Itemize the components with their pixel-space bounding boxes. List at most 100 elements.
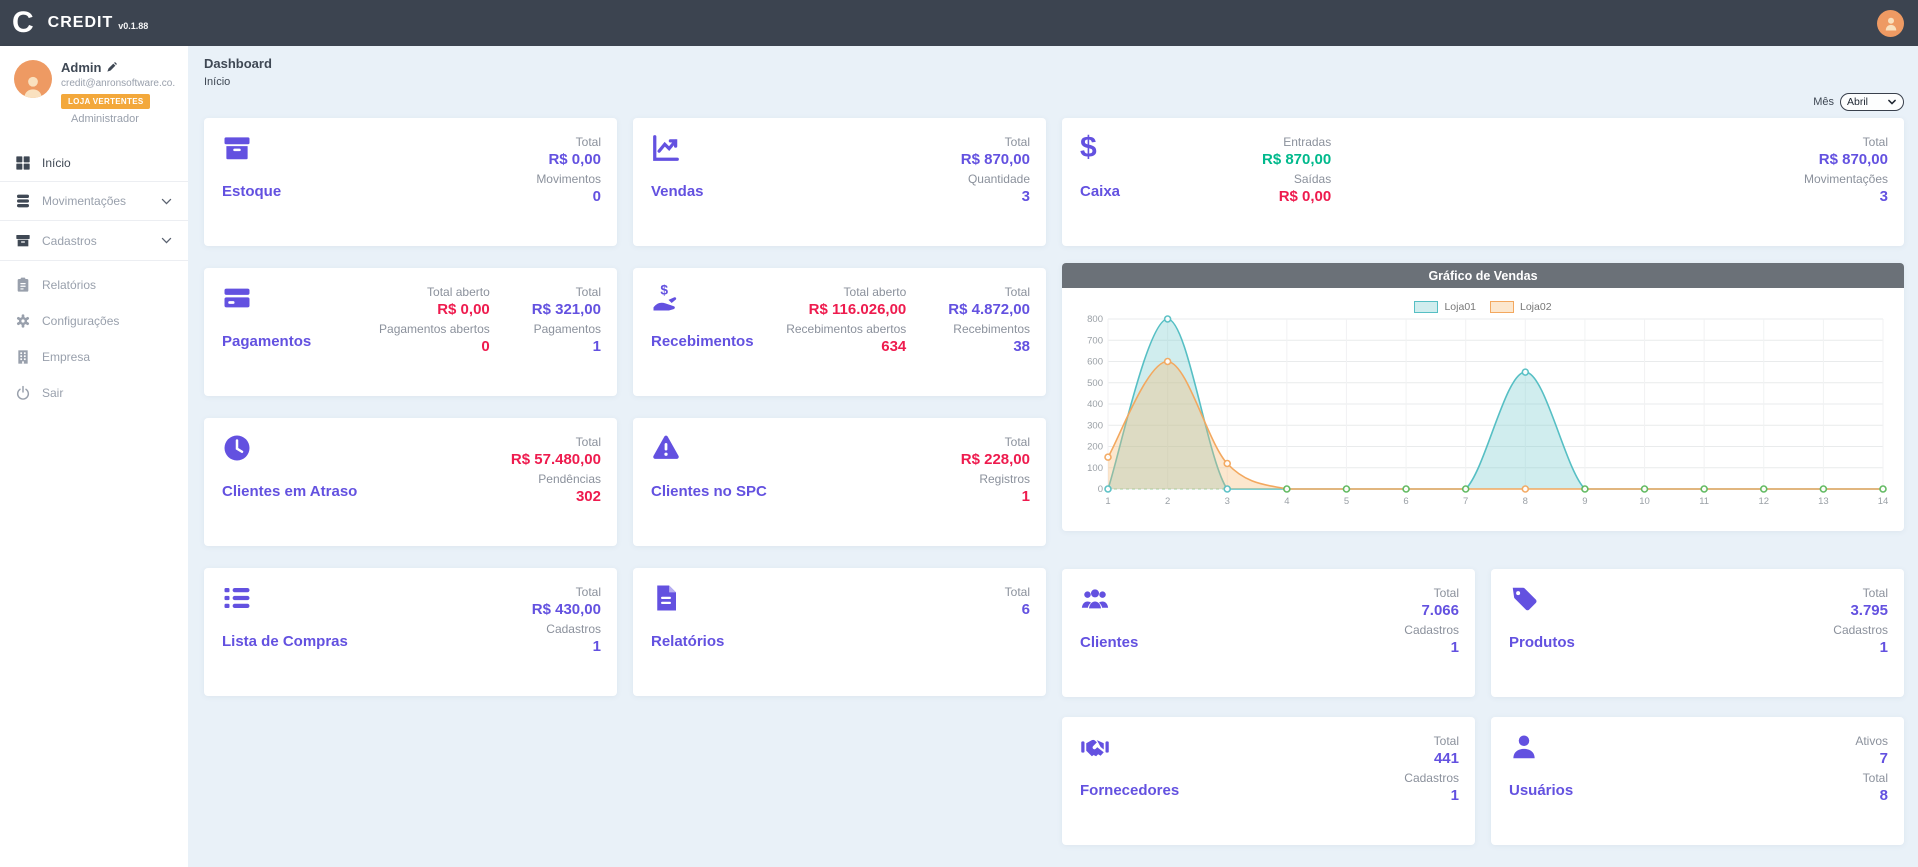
card-stats: Total aberto R$ 116.026,00 Recebimentos … [786,282,1030,356]
card-title: Clientes em Atraso [222,483,357,500]
sidebar-item-relatorios[interactable]: Relatórios [0,267,188,303]
card-relatorios[interactable]: Relatórios Total 6 [633,568,1046,696]
card-stats: Total R$ 0,00 Movimentos 0 [536,132,601,206]
chart-title: Gráfico de Vendas [1062,263,1904,288]
warning-triangle-icon [651,433,681,463]
svg-text:400: 400 [1087,399,1103,410]
user-avatar[interactable] [1877,10,1904,37]
card-stats: Total 6 [1005,582,1030,619]
dollar-icon: $ [1080,133,1110,163]
sidebar-menu: Início Movimentações Cadastros Relatório… [0,145,188,411]
chevron-down-icon [160,195,173,208]
card-title: Vendas [651,183,704,200]
hand-money-icon: $ [651,283,681,313]
app-logo-icon: C [12,8,34,38]
app-name: CREDIT [48,14,114,32]
card-title: Relatórios [651,633,724,650]
card-estoque[interactable]: Estoque Total R$ 0,00 Movimentos 0 [204,118,617,246]
right-column: $ Caixa Entradas R$ 870,00 Saídas R$ 0,0… [1062,118,1904,845]
month-select[interactable]: Abril [1840,93,1904,111]
profile-role: Administrador [61,113,176,125]
chart-line-icon [651,133,681,163]
sidebar-item-cadastros[interactable]: Cadastros [0,221,188,261]
svg-text:600: 600 [1087,357,1103,368]
svg-text:0: 0 [1098,484,1103,495]
svg-text:12: 12 [1758,496,1769,507]
card-vendas[interactable]: Vendas Total R$ 870,00 Quantidade 3 [633,118,1046,246]
card-lista-de-compras[interactable]: Lista de Compras Total R$ 430,00 Cadastr… [204,568,617,696]
profile-email: credit@anronsoftware.co... [61,78,176,89]
svg-text:100: 100 [1087,463,1103,474]
gear-icon [15,313,31,329]
card-title: Fornecedores [1080,782,1179,799]
profile-name: Admin [61,60,101,75]
svg-text:10: 10 [1639,496,1650,507]
power-icon [15,385,31,401]
card-title: Lista de Compras [222,633,348,650]
dashboard-grid: Estoque Total R$ 0,00 Movimentos 0 Venda… [204,118,1904,845]
sidebar-item-empresa[interactable]: Empresa [0,339,188,375]
card-recebimentos[interactable]: $ Recebimentos Total aberto R$ 116.026,0… [633,268,1046,396]
sales-chart-card: Gráfico de Vendas Loja01 Loja02 01002003… [1062,263,1904,531]
card-produtos[interactable]: Produtos Total 3.795 Cadastros 1 [1491,569,1904,697]
chevron-down-icon [160,234,173,247]
card-title: Produtos [1509,634,1575,651]
building-icon [15,349,31,365]
svg-text:1: 1 [1105,496,1110,507]
svg-text:3: 3 [1225,496,1230,507]
legend-loja01[interactable]: Loja01 [1414,301,1476,313]
svg-text:11: 11 [1699,496,1709,507]
chevron-down-icon [1887,97,1897,107]
card-stats: Total R$ 870,00 Quantidade 3 [961,132,1030,206]
card-pagamentos[interactable]: Pagamentos Total aberto R$ 0,00 Pagament… [204,268,617,396]
chart-legend: Loja01 Loja02 [1062,301,1904,313]
svg-text:14: 14 [1878,496,1889,507]
card-fornecedores[interactable]: Fornecedores Total 441 Cadastros 1 [1062,717,1475,845]
card-stats: Total 441 Cadastros 1 [1404,731,1459,805]
card-stats: Ativos 7 Total 8 [1855,731,1888,805]
left-column: Estoque Total R$ 0,00 Movimentos 0 Venda… [204,118,1046,845]
card-title: Clientes [1080,634,1138,651]
card-caixa[interactable]: $ Caixa Entradas R$ 870,00 Saídas R$ 0,0… [1062,118,1904,246]
card-clientes[interactable]: Clientes Total 7.066 Cadastros 1 [1062,569,1475,697]
card-clientes-em-atraso[interactable]: Clientes em Atraso Total R$ 57.480,00 Pe… [204,418,617,546]
grid-icon [15,155,31,171]
card-title: Pagamentos [222,333,311,350]
avatar [14,60,52,98]
card-title: Clientes no SPC [651,483,767,500]
store-badge: LOJA VERTENTES [61,94,150,109]
svg-text:7: 7 [1463,496,1468,507]
person-icon [1882,14,1900,32]
price-tag-icon [1509,584,1539,614]
archive-box-icon [15,233,31,249]
svg-text:4: 4 [1284,496,1289,507]
card-clientes-no-spc[interactable]: Clientes no SPC Total R$ 228,00 Registro… [633,418,1046,546]
month-filter: Mês Abril [204,92,1904,112]
pencil-edit-icon[interactable] [106,62,117,73]
database-icon [15,193,31,209]
chart-plot-area: 0100200300400500600700800123456789101112… [1062,313,1904,511]
main-content: Dashboard Início Mês Abril Estoque Total… [188,46,1918,867]
area-chart: 0100200300400500600700800123456789101112… [1078,313,1889,511]
svg-text:6: 6 [1403,496,1408,507]
document-icon [651,583,681,613]
card-title: Usuários [1509,782,1573,799]
card-stats: Total R$ 228,00 Registros 1 [961,432,1030,506]
list-icon [222,583,252,613]
sidebar-item-movimentacoes[interactable]: Movimentações [0,181,188,221]
sidebar-item-inicio[interactable]: Início [0,145,188,181]
sidebar-item-configuracoes[interactable]: Configurações [0,303,188,339]
card-title: Recebimentos [651,333,754,350]
clock-icon [222,433,252,463]
legend-loja02[interactable]: Loja02 [1490,301,1552,313]
svg-text:13: 13 [1818,496,1829,507]
card-usuarios[interactable]: Usuários Ativos 7 Total 8 [1491,717,1904,845]
page-title: Dashboard [204,56,1904,71]
month-label: Mês [1813,96,1834,108]
sidebar-item-sair[interactable]: Sair [0,375,188,411]
app-version: v0.1.88 [118,21,148,31]
card-stats: Total R$ 57.480,00 Pendências 302 [511,432,601,506]
svg-text:500: 500 [1087,378,1103,389]
svg-text:9: 9 [1582,496,1587,507]
card-stats: Total 3.795 Cadastros 1 [1833,583,1888,657]
